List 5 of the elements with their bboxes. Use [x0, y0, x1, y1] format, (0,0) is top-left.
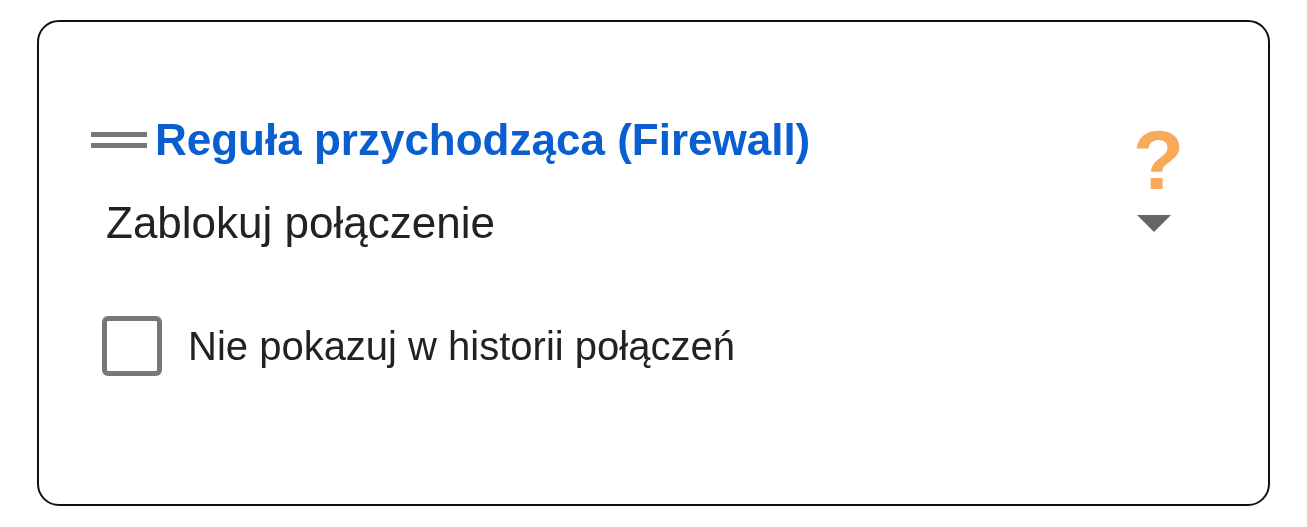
card-title: Reguła przychodząca (Firewall) [155, 118, 811, 162]
checkbox-label: Nie pokazuj w historii połączeń [188, 323, 735, 370]
caret-icon [1137, 214, 1171, 232]
checkbox[interactable] [102, 316, 162, 376]
drag-handle-icon[interactable] [91, 129, 147, 151]
